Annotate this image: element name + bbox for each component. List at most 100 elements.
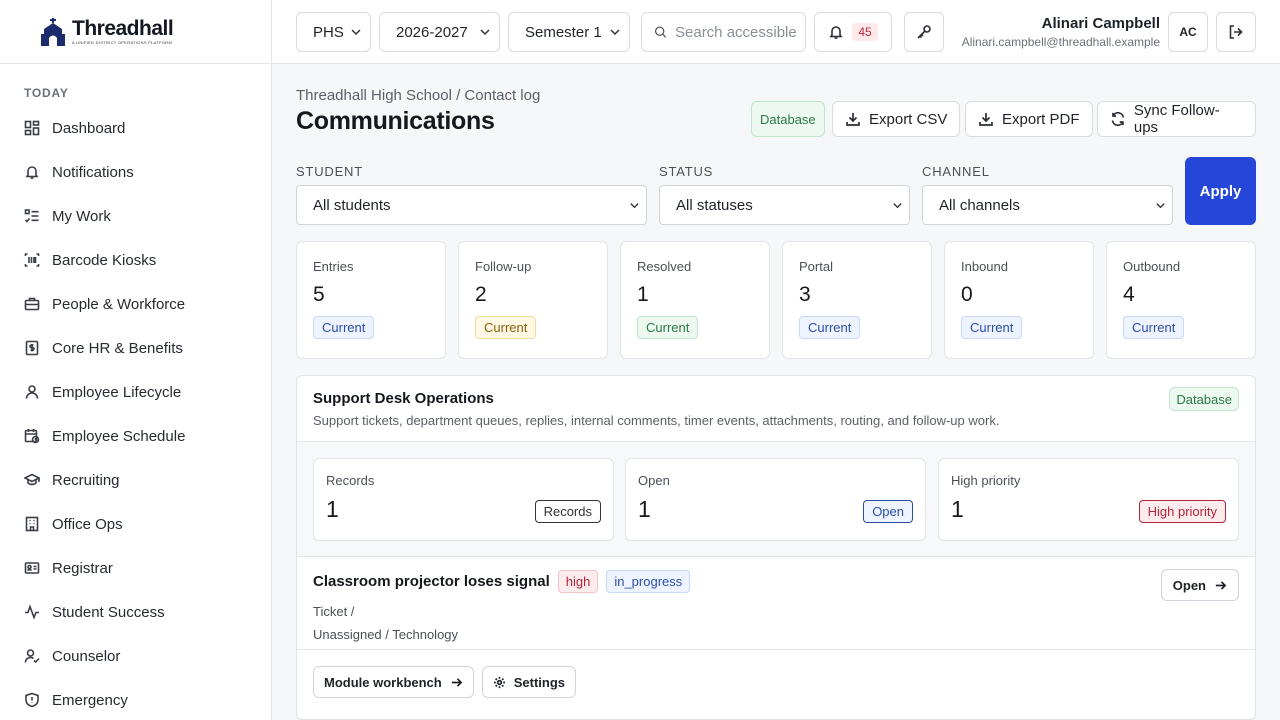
apply-filters-button[interactable]: Apply (1185, 157, 1256, 225)
export-csv-button[interactable]: Export CSV (832, 101, 961, 137)
ticket-title[interactable]: Classroom projector loses signal (313, 573, 550, 590)
open-ticket-button[interactable]: Open (1160, 569, 1239, 601)
stat-value: 1 (637, 283, 649, 306)
module-workbench-label: Module workbench (324, 674, 442, 690)
metric-label: High priority (951, 473, 1021, 488)
sidebar-item-emergency[interactable]: Emergency (0, 678, 271, 720)
module-workbench-button[interactable]: Module workbench (313, 666, 474, 698)
sidebar-item-label: My Work (52, 207, 111, 225)
open-label: Open (1172, 577, 1206, 593)
stat-card-portal: Portal 3 Current (782, 241, 932, 359)
status-badge: Current (799, 316, 861, 339)
download-icon (846, 113, 860, 126)
status-badge: Current (637, 316, 699, 339)
download-icon (979, 113, 993, 126)
stat-label: Resolved (637, 259, 692, 274)
arrow-right-icon (1215, 580, 1227, 590)
key-button[interactable] (904, 12, 944, 52)
data-source-badge: Database (751, 101, 825, 137)
search-icon (654, 26, 667, 38)
channel-filter-value: All channels (939, 196, 1020, 214)
page-title: Communications (296, 107, 495, 135)
sidebar: Threadhall A unified district operations… (0, 0, 272, 720)
briefcase-icon (24, 296, 40, 312)
sidebar-item-my-work[interactable]: My Work (0, 194, 271, 238)
stat-label: Outbound (1123, 259, 1181, 274)
receipt-icon (24, 340, 40, 356)
stat-value: 2 (475, 283, 487, 306)
status-filter-select[interactable]: All statuses (659, 185, 910, 225)
sidebar-item-barcode-kiosks[interactable]: Barcode Kiosks (0, 238, 271, 282)
settings-label: Settings (513, 674, 566, 690)
sidebar-item-registrar[interactable]: Registrar (0, 546, 271, 590)
calendar-clock-icon (24, 428, 40, 444)
status-badge: in_progress (606, 570, 691, 593)
sidebar-item-student-success[interactable]: Student Success (0, 590, 271, 634)
stat-card-resolved: Resolved 1 Current (620, 241, 770, 359)
gear-icon (493, 676, 505, 688)
building-icon (24, 516, 40, 532)
export-csv-label: Export CSV (869, 110, 948, 128)
avatar[interactable]: AC (1168, 12, 1208, 52)
school-year-select[interactable]: 2026-2027 (379, 12, 500, 52)
top-bar: PHS 2026-2027 Semester 1 45 Alinari Camp… (272, 0, 1280, 64)
status-filter-label: STATUS (659, 164, 714, 179)
export-pdf-button[interactable]: Export PDF (965, 101, 1093, 137)
sidebar-item-recruiting[interactable]: Recruiting (0, 458, 271, 502)
sidebar-item-label: Barcode Kiosks (52, 251, 157, 269)
chevron-down-icon (480, 29, 490, 36)
sidebar-item-label: Recruiting (52, 471, 120, 489)
panel-title: Support Desk Operations (313, 390, 494, 407)
logout-button[interactable] (1216, 12, 1256, 52)
term-select[interactable]: Semester 1 (508, 12, 630, 52)
sidebar-item-notifications[interactable]: Notifications (0, 150, 271, 194)
user-name: Alinari Campbell (1041, 15, 1160, 32)
student-filter-select[interactable]: All students (296, 185, 647, 225)
bell-icon (829, 26, 843, 39)
notifications-button[interactable]: 45 (814, 12, 892, 52)
stat-card-follow-up: Follow-up 2 Current (458, 241, 608, 359)
global-search[interactable] (641, 12, 806, 52)
sidebar-item-label: Student Success (52, 603, 165, 621)
status-filter-value: All statuses (676, 196, 753, 214)
support-desk-panel: Support Desk Operations Support tickets,… (296, 375, 1256, 720)
brand-logo[interactable]: Threadhall A unified district operations… (0, 0, 271, 64)
channel-filter-label: CHANNEL (922, 164, 990, 179)
sidebar-item-dashboard[interactable]: Dashboard (0, 106, 271, 150)
sidebar-item-employee-schedule[interactable]: Employee Schedule (0, 414, 271, 458)
activity-icon (24, 604, 40, 620)
sync-follow-ups-button[interactable]: Sync Follow-ups (1097, 101, 1256, 137)
user-check-icon (24, 648, 40, 664)
stat-label: Follow-up (475, 259, 532, 274)
channel-filter-select[interactable]: All channels (922, 185, 1173, 225)
stat-value: 5 (313, 283, 325, 306)
arrow-right-icon (451, 677, 463, 687)
refresh-icon (1111, 111, 1125, 127)
sidebar-item-label: Registrar (52, 559, 113, 577)
sidebar-item-label: Counselor (52, 647, 121, 665)
checklist-icon (24, 208, 40, 224)
notifications-count-badge: 45 (852, 23, 878, 41)
panel-footer: Module workbench Settings (297, 650, 1255, 714)
search-input[interactable] (675, 23, 805, 41)
sidebar-item-core-hr-benefits[interactable]: Core HR & Benefits (0, 326, 271, 370)
breadcrumb[interactable]: Threadhall High School / Contact log (296, 87, 540, 104)
brand-tagline: A unified district operations platform (72, 40, 173, 45)
term-value: Semester 1 (525, 23, 602, 41)
key-icon (917, 25, 931, 39)
stat-value: 0 (961, 283, 973, 306)
panel-description: Support tickets, department queues, repl… (313, 413, 1000, 428)
sidebar-item-people-workforce[interactable]: People & Workforce (0, 282, 271, 326)
metric-badge: Records (534, 500, 601, 523)
sidebar-item-label: Office Ops (52, 515, 123, 533)
sidebar-item-counselor[interactable]: Counselor (0, 634, 271, 678)
metric-card-high-priority: High priority 1 High priority (938, 458, 1239, 541)
metric-card-records: Records 1 Records (313, 458, 614, 541)
metric-badge: High priority (1138, 500, 1226, 523)
sidebar-item-employee-lifecycle[interactable]: Employee Lifecycle (0, 370, 271, 414)
metric-badge: Open (863, 500, 913, 523)
settings-button[interactable]: Settings (481, 666, 577, 698)
sidebar-item-office-ops[interactable]: Office Ops (0, 502, 271, 546)
user-icon (24, 384, 40, 400)
school-select[interactable]: PHS (296, 12, 371, 52)
